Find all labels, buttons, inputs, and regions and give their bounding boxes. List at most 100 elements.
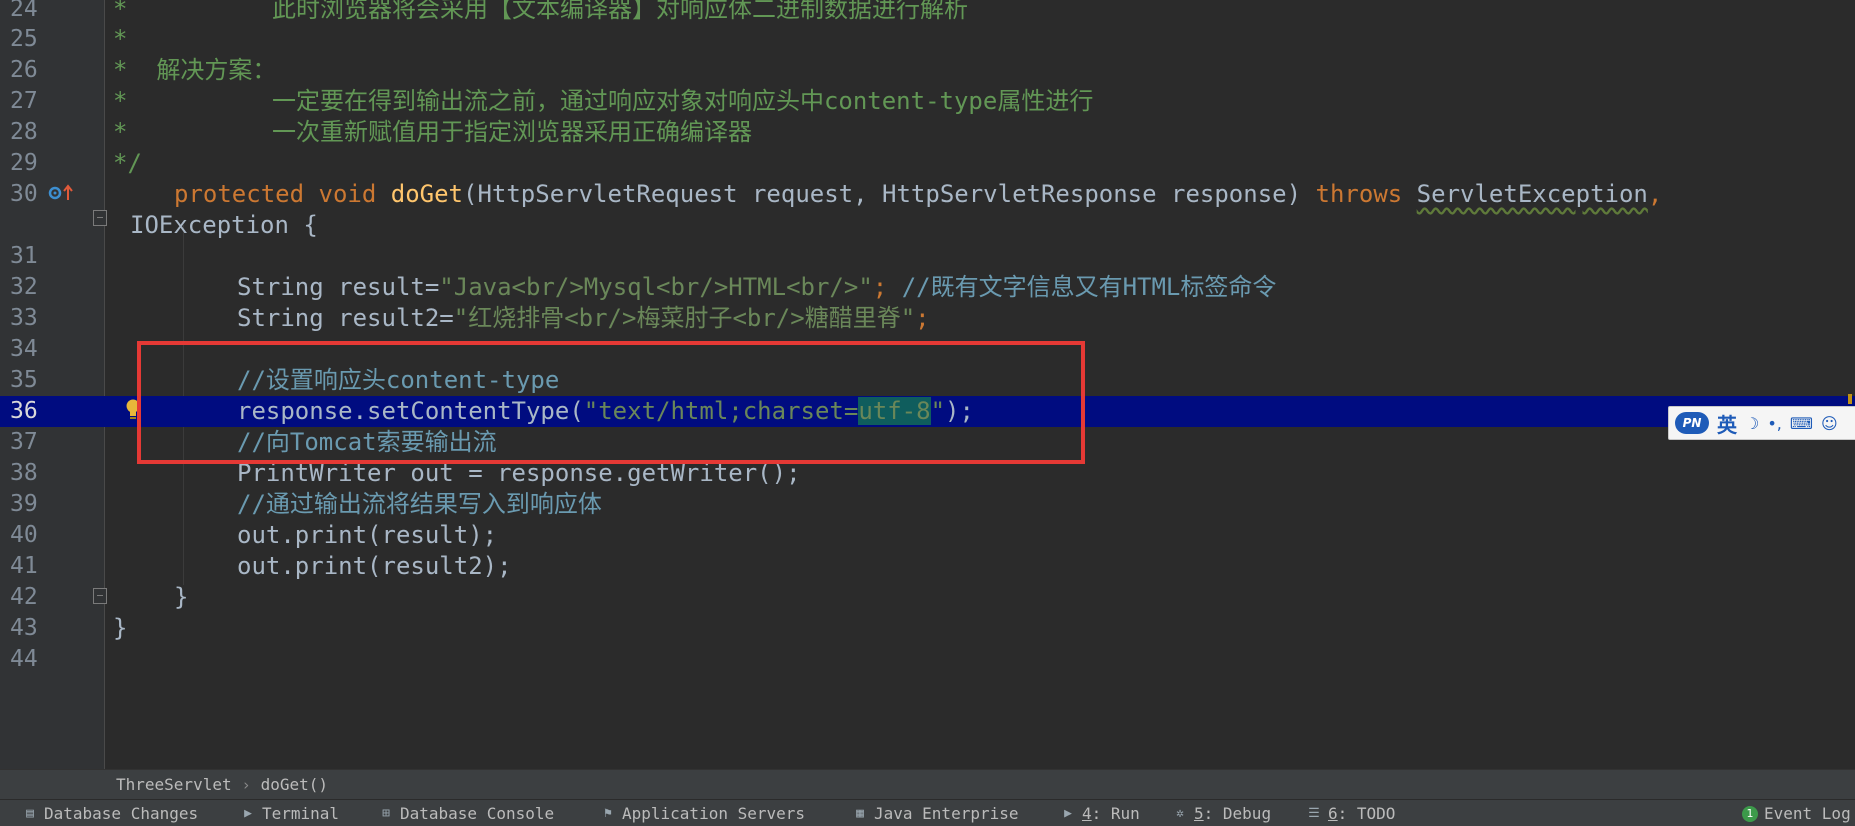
code-text: PrintWriter out = response.getWriter(); — [237, 459, 801, 487]
tool-shortcut-number: 5 — [1194, 804, 1204, 823]
line-number: 28 — [10, 119, 38, 145]
line-number: 29 — [10, 150, 38, 176]
tool-label-text: : TODO — [1337, 804, 1396, 823]
code-editor[interactable]: 24 * 此时浏览器将会采用【文本编译器】对响应体二进制数据进行解析 25 * … — [0, 0, 1855, 769]
tool-window-bar: ▤ Database Changes ▶ Terminal ⊞ Database… — [0, 799, 1855, 826]
code-text: } — [113, 614, 128, 642]
line-number: 24 — [10, 0, 38, 22]
terminal-icon: ▶ — [244, 806, 252, 821]
line-number: 30 — [10, 181, 38, 207]
breadcrumb-method[interactable]: doGet() — [261, 775, 328, 794]
code-text: } — [174, 583, 189, 611]
code-text: IOException { — [130, 211, 318, 239]
line-number: 31 — [10, 243, 38, 269]
scrollbar-warning-mark[interactable] — [1848, 394, 1852, 404]
database-console-icon: ⊞ — [382, 806, 390, 821]
tool-debug[interactable]: ✲ 5: Debug — [1172, 804, 1271, 823]
debug-bug-icon: ✲ — [1176, 806, 1184, 821]
code-line-25[interactable]: 25 * — [0, 24, 1855, 55]
line-number: 27 — [10, 88, 38, 114]
code-line-31[interactable]: 31 — [0, 241, 1855, 272]
tool-todo[interactable]: ☰ 6: TODO — [1306, 804, 1395, 823]
punctuation-icon[interactable]: •, — [1767, 414, 1782, 433]
code-line-33[interactable]: 33 String result2="红烧排骨<br/>梅菜肘子<br/>糖醋里… — [0, 303, 1855, 334]
line-number: 43 — [10, 615, 38, 641]
line-number: 37 — [10, 429, 38, 455]
tool-event-log[interactable]: 1 Event Log — [1742, 804, 1851, 823]
line-number: 34 — [10, 336, 38, 362]
override-marker-icon[interactable] — [48, 183, 76, 203]
highlight-annotation-box — [137, 341, 1085, 464]
tool-database-console[interactable]: ⊞ Database Console — [378, 804, 554, 823]
tool-shortcut-number: 6 — [1328, 804, 1338, 823]
code-line-30[interactable]: 30 protected void doGet(HttpServletReque… — [0, 179, 1855, 210]
breadcrumb-class[interactable]: ThreeServlet — [116, 775, 232, 794]
keyword: protected void — [174, 180, 391, 208]
code-line-27[interactable]: 27 * 一定要在得到输出流之前，通过响应对象对响应头中content-type… — [0, 86, 1855, 117]
tool-java-enterprise[interactable]: ▦ Java Enterprise — [852, 804, 1019, 823]
line-number: 35 — [10, 367, 38, 393]
code-line-26[interactable]: 26 * 解决方案： — [0, 55, 1855, 86]
code-statement: String result="Java<br/>Mysql<br/>HTML<b… — [237, 274, 1276, 301]
user-icon[interactable]: ☺ — [1821, 414, 1838, 433]
code-text: * 一次重新赋值用于指定浏览器采用正确编译器 — [113, 118, 752, 146]
line-number: 36 — [10, 398, 38, 424]
tool-label-text: : Run — [1091, 804, 1140, 823]
tool-label: Terminal — [262, 804, 340, 823]
code-line-32[interactable]: 32 String result="Java<br/>Mysql<br/>HTM… — [0, 272, 1855, 303]
application-servers-icon: ⚑ — [604, 806, 612, 821]
code-text: */ — [113, 149, 142, 177]
code-line-43[interactable]: 43 } — [0, 613, 1855, 644]
punctuation: ; — [915, 304, 930, 332]
tool-terminal[interactable]: ▶ Terminal — [240, 804, 339, 823]
ime-language-toggle[interactable]: 英 — [1717, 409, 1737, 438]
method-name: doGet — [390, 180, 463, 208]
database-changes-icon: ▤ — [26, 806, 34, 821]
method-signature: protected void doGet(HttpServletRequest … — [174, 181, 1662, 208]
line-number: 42 — [10, 584, 38, 610]
line-number: 33 — [10, 305, 38, 331]
code-text: * 解决方案： — [113, 56, 277, 84]
code-statement: String result2="红烧排骨<br/>梅菜肘子<br/>糖醋里脊"; — [237, 305, 930, 332]
run-icon: ▶ — [1064, 806, 1072, 821]
line-number: 25 — [10, 26, 38, 52]
code-line-29[interactable]: 29 */ — [0, 148, 1855, 179]
code-text: out.print(result); — [237, 521, 498, 549]
code-line-39[interactable]: 39 //通过输出流将结果写入到响应体 — [0, 489, 1855, 520]
fold-marker-icon[interactable] — [93, 210, 107, 226]
tool-application-servers[interactable]: ⚑ Application Servers — [600, 804, 805, 823]
line-comment: //既有文字信息又有HTML标签命令 — [901, 273, 1277, 301]
fold-marker-icon[interactable] — [93, 588, 107, 604]
keyboard-icon[interactable]: ⌨ — [1790, 414, 1813, 433]
tool-label: 5: Debug — [1194, 804, 1271, 823]
code-line-28[interactable]: 28 * 一次重新赋值用于指定浏览器采用正确编译器 — [0, 117, 1855, 148]
punctuation: ; — [872, 273, 902, 301]
code-line-44[interactable]: 44 — [0, 644, 1855, 675]
moon-icon[interactable]: ☽ — [1745, 414, 1759, 433]
chevron-right-icon: › — [241, 775, 251, 794]
code-line-40[interactable]: 40 out.print(result); — [0, 520, 1855, 551]
code-line-42[interactable]: 42 } — [0, 582, 1855, 613]
ime-logo[interactable]: PN — [1675, 412, 1709, 434]
code-line-41[interactable]: 41 out.print(result2); — [0, 551, 1855, 582]
tool-label: Database Console — [400, 804, 555, 823]
tool-label: 6: TODO — [1328, 804, 1395, 823]
line-number: 26 — [10, 57, 38, 83]
tool-run[interactable]: ▶ 4: Run — [1060, 804, 1140, 823]
tool-database-changes[interactable]: ▤ Database Changes — [22, 804, 198, 823]
code-text: out.print(result2); — [237, 552, 512, 580]
tool-label: Java Enterprise — [874, 804, 1019, 823]
code-text: * 此时浏览器将会采用【文本编译器】对响应体二进制数据进行解析 — [113, 0, 968, 23]
code-text: String result2= — [237, 304, 454, 332]
ime-toolbar[interactable]: PN 英 ☽ •, ⌨ ☺ — [1668, 406, 1855, 440]
line-number: 39 — [10, 491, 38, 517]
line-number: 40 — [10, 522, 38, 548]
keyword-throws: throws — [1315, 180, 1417, 208]
line-comment: //通过输出流将结果写入到响应体 — [237, 490, 602, 518]
code-line-24[interactable]: 24 * 此时浏览器将会采用【文本编译器】对响应体二进制数据进行解析 — [0, 0, 1855, 25]
code-line-30-wrap[interactable]: IOException { — [0, 210, 1855, 241]
line-number: 38 — [10, 460, 38, 486]
tool-label-text: : Debug — [1203, 804, 1272, 823]
string-literal: "Java<br/>Mysql<br/>HTML<br/>" — [439, 273, 873, 301]
code-text: * — [113, 25, 128, 53]
